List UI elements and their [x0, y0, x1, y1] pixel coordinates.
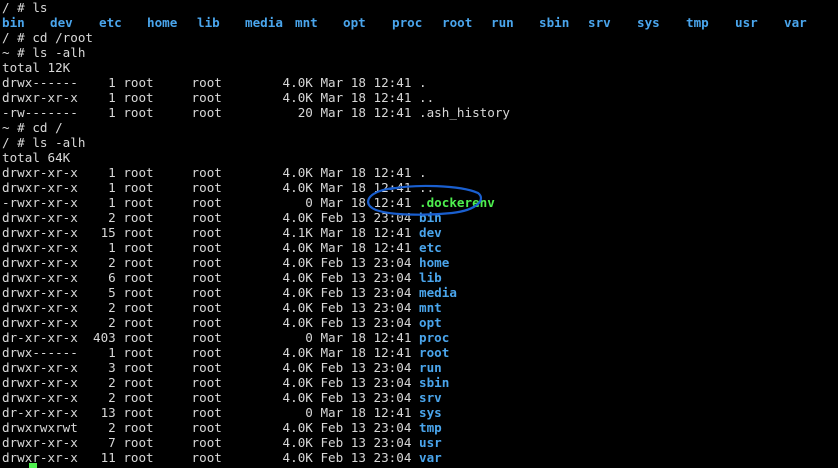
listing-entry: drwxr-xr-x 2 root root 4.0K Feb 13 23:04… [2, 255, 449, 270]
entry-attributes: drwxr-xr-x 7 root root 4.0K Feb 13 23:04 [2, 435, 420, 450]
command-prompt-line: ~ # ls -alh [2, 45, 86, 60]
listing-entry: dr-xr-xr-x 13 root root 0 Mar 18 12:41 s… [2, 405, 442, 420]
output-line: total 64K [2, 150, 71, 165]
entry-filename: opt [419, 315, 442, 330]
entry-attributes: drwxr-xr-x 2 root root 4.0K Feb 13 23:04 [2, 210, 420, 225]
entry-attributes: drwxr-xr-x 2 root root 4.0K Feb 13 23:04 [2, 300, 420, 315]
listing-entry: drwxr-xr-x 6 root root 4.0K Feb 13 23:04… [2, 270, 442, 285]
ls-dir-name: sys [637, 15, 660, 30]
ls-dir-name: usr [735, 15, 758, 30]
entry-filename: proc [419, 330, 450, 345]
entry-attributes: drwx------ 1 root root 4.0K Mar 18 12:41 [2, 345, 420, 360]
entry-filename: media [419, 285, 457, 300]
entry-attributes: drwxr-xr-x 2 root root 4.0K Feb 13 23:04 [2, 255, 420, 270]
ls-dir-name: lib [197, 15, 220, 30]
listing-entry: drwxr-xr-x 2 root root 4.0K Feb 13 23:04… [2, 375, 449, 390]
ls-dir-name: proc [392, 15, 423, 30]
entry-attributes: drwxr-xr-x 3 root root 4.0K Feb 13 23:04 [2, 360, 420, 375]
listing-entry: dr-xr-xr-x 403 root root 0 Mar 18 12:41 … [2, 330, 449, 345]
listing-entry: drwxr-xr-x 7 root root 4.0K Feb 13 23:04… [2, 435, 442, 450]
ls-dir-name: etc [99, 15, 122, 30]
ls-dir-name: mnt [295, 15, 318, 30]
entry-attributes: drwxr-xr-x 6 root root 4.0K Feb 13 23:04 [2, 270, 420, 285]
listing-entry: drwx------ 1 root root 4.0K Mar 18 12:41… [2, 75, 427, 90]
ls-dir-name: dev [50, 15, 73, 30]
terminal-window[interactable]: / # ls bin dev etc home lib media mnt opt proc roo… [0, 0, 838, 468]
entry-filename: . [419, 165, 427, 180]
listing-entry: drwx------ 1 root root 4.0K Mar 18 12:41… [2, 345, 449, 360]
entry-attributes: drwxr-xr-x 2 root root 4.0K Feb 13 23:04 [2, 390, 420, 405]
command-prompt-line: ~ # cd / [2, 120, 63, 135]
entry-filename: .ash_history [419, 105, 511, 120]
listing-entry: drwxr-xr-x 2 root root 4.0K Feb 13 23:04… [2, 390, 442, 405]
entry-filename: bin [419, 210, 442, 225]
entry-filename: lib [419, 270, 442, 285]
listing-entry: drwxr-xr-x 11 root root 4.0K Feb 13 23:0… [2, 450, 442, 465]
entry-attributes: dr-xr-xr-x 403 root root 0 Mar 18 12:41 [2, 330, 420, 345]
entry-filename: tmp [419, 420, 442, 435]
entry-filename: mnt [419, 300, 442, 315]
entry-filename: root [419, 345, 450, 360]
entry-filename: home [419, 255, 450, 270]
entry-attributes: drwxr-xr-x 1 root root 4.0K Mar 18 12:41 [2, 90, 420, 105]
entry-filename: . [419, 75, 427, 90]
entry-attributes: -rwxr-xr-x 1 root root 0 Mar 18 12:41 [2, 195, 420, 210]
listing-entry: -rw------- 1 root root 20 Mar 18 12:41 .… [2, 105, 510, 120]
command-prompt-line: / # cd /root [2, 30, 93, 45]
output-line: total 12K [2, 60, 71, 75]
command-prompt-line: / # ls [2, 0, 48, 15]
ls-dir-name: bin [2, 15, 25, 30]
entry-attributes: dr-xr-xr-x 13 root root 0 Mar 18 12:41 [2, 405, 420, 420]
command-prompt-line: / # ls -alh [2, 135, 86, 150]
listing-entry: drwxr-xr-x 2 root root 4.0K Feb 13 23:04… [2, 300, 442, 315]
entry-attributes: -rw------- 1 root root 20 Mar 18 12:41 [2, 105, 420, 120]
entry-attributes: drwx------ 1 root root 4.0K Mar 18 12:41 [2, 75, 420, 90]
ls-dir-name: home [147, 15, 178, 30]
listing-entry: drwxr-xr-x 2 root root 4.0K Feb 13 23:04… [2, 210, 442, 225]
entry-attributes: drwxr-xr-x 11 root root 4.0K Feb 13 23:0… [2, 450, 420, 465]
listing-entry: drwxr-xr-x 3 root root 4.0K Feb 13 23:04… [2, 360, 442, 375]
ls-dir-name: srv [588, 15, 611, 30]
entry-filename: run [419, 360, 442, 375]
entry-attributes: drwxr-xr-x 15 root root 4.1K Mar 18 12:4… [2, 225, 420, 240]
ls-dir-name: tmp [686, 15, 709, 30]
listing-entry: drwxrwxrwt 2 root root 4.0K Feb 13 23:04… [2, 420, 442, 435]
listing-entry: drwxr-xr-x 1 root root 4.0K Mar 18 12:41… [2, 240, 442, 255]
entry-attributes: drwxr-xr-x 1 root root 4.0K Mar 18 12:41 [2, 165, 420, 180]
entry-filename: .. [419, 180, 435, 195]
ls-dir-name: root [442, 15, 473, 30]
entry-attributes: drwxrwxrwt 2 root root 4.0K Feb 13 23:04 [2, 420, 420, 435]
entry-filename: dev [419, 225, 442, 240]
entry-attributes: drwxr-xr-x 2 root root 4.0K Feb 13 23:04 [2, 375, 420, 390]
entry-filename: usr [419, 435, 442, 450]
entry-filename: etc [419, 240, 442, 255]
entry-filename: srv [419, 390, 442, 405]
entry-filename: .dockerenv [419, 195, 495, 210]
ls-dir-name: run [491, 15, 514, 30]
ls-dir-name: var [784, 15, 807, 30]
entry-filename: sys [419, 405, 442, 420]
entry-attributes: drwxr-xr-x 2 root root 4.0K Feb 13 23:04 [2, 315, 420, 330]
listing-entry: -rwxr-xr-x 1 root root 0 Mar 18 12:41 .d… [2, 195, 495, 210]
entry-attributes: drwxr-xr-x 1 root root 4.0K Mar 18 12:41 [2, 180, 420, 195]
entry-filename: .. [419, 90, 435, 105]
listing-entry: drwxr-xr-x 15 root root 4.1K Mar 18 12:4… [2, 225, 442, 240]
text-cursor [29, 463, 37, 468]
listing-entry: drwxr-xr-x 1 root root 4.0K Mar 18 12:41… [2, 90, 434, 105]
listing-entry: drwxr-xr-x 5 root root 4.0K Feb 13 23:04… [2, 285, 457, 300]
listing-entry: drwxr-xr-x 1 root root 4.0K Mar 18 12:41… [2, 180, 434, 195]
entry-attributes: drwxr-xr-x 5 root root 4.0K Feb 13 23:04 [2, 285, 420, 300]
ls-dir-name: opt [343, 15, 366, 30]
ls-dir-name: media [245, 15, 283, 30]
listing-entry: drwxr-xr-x 2 root root 4.0K Feb 13 23:04… [2, 315, 442, 330]
entry-attributes: drwxr-xr-x 1 root root 4.0K Mar 18 12:41 [2, 240, 420, 255]
ls-dir-name: sbin [539, 15, 570, 30]
ls-output-row: bin dev etc home lib media mnt opt proc root run sb… [0, 15, 838, 30]
entry-filename: var [419, 450, 442, 465]
entry-filename: sbin [419, 375, 450, 390]
listing-entry: drwxr-xr-x 1 root root 4.0K Mar 18 12:41… [2, 165, 427, 180]
